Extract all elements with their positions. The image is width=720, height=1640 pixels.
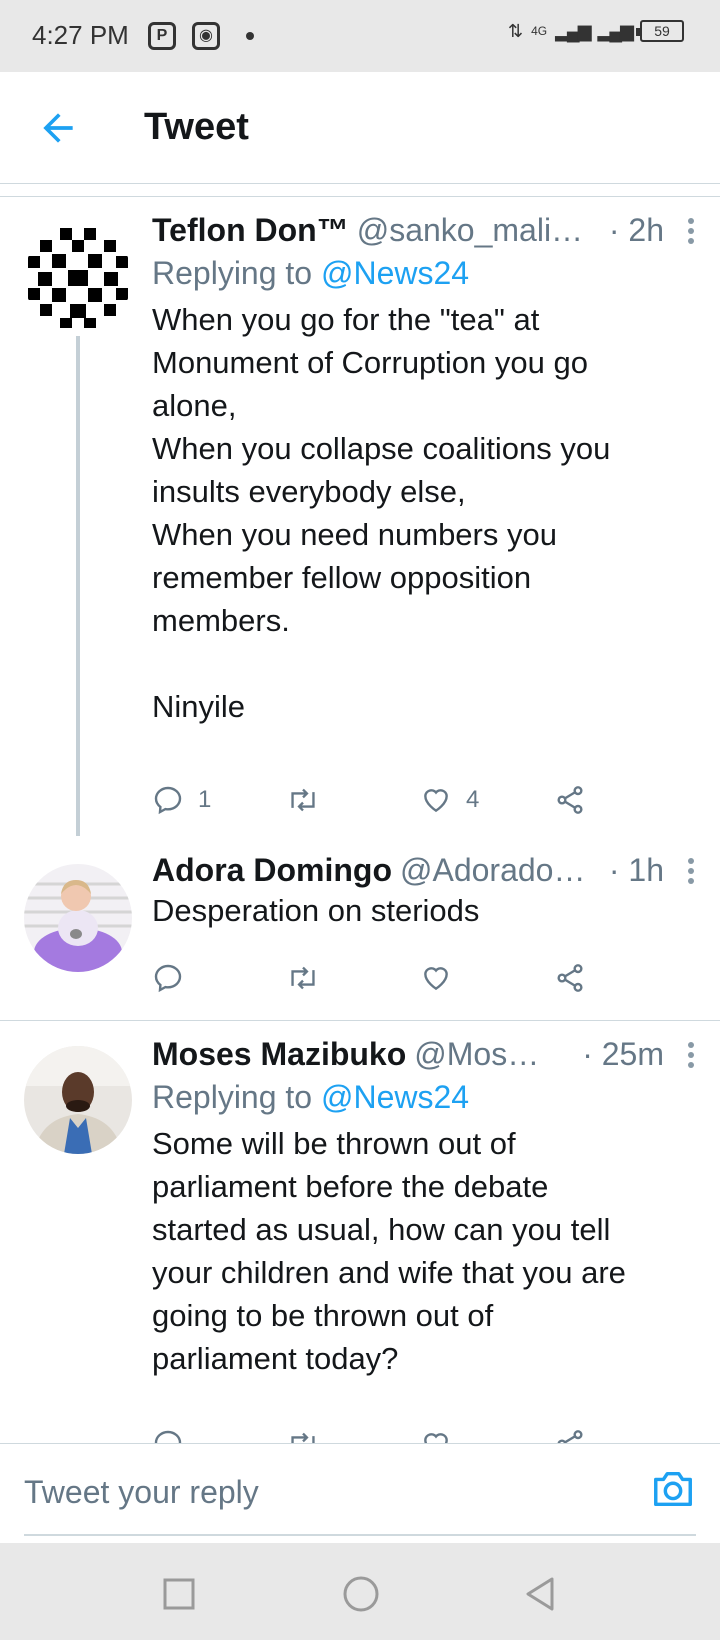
share-button[interactable] xyxy=(554,780,586,820)
tweet-item[interactable]: Teflon Don™ @sanko_mali… · 2h Replying t… xyxy=(0,196,720,836)
retweet-icon xyxy=(291,966,315,990)
share-icon xyxy=(557,786,583,814)
tweet-timestamp: · 1h xyxy=(608,852,664,888)
replying-to: Replying to @News24 xyxy=(152,1079,696,1116)
reply-input[interactable]: Tweet your reply xyxy=(24,1474,259,1511)
author-name[interactable]: Teflon Don™ xyxy=(152,212,349,249)
tweet-text: When you go for the "tea" at Monument of… xyxy=(152,302,611,724)
tweet-text: Desperation on steriods xyxy=(152,893,480,928)
tweet-item[interactable]: Adora Domingo @Adorado… · 1h Desperation… xyxy=(0,836,720,1020)
network-type: 4G xyxy=(531,24,548,38)
replying-to-label: Replying to xyxy=(152,1079,313,1115)
battery-level: 59 xyxy=(654,23,670,39)
battery-icon: 59 xyxy=(636,20,684,42)
signal-icon-2: ▂▄▆ xyxy=(597,20,634,41)
replying-to-mention[interactable]: @News24 xyxy=(321,255,469,291)
app-notification-icon-2: ◉ xyxy=(192,22,220,50)
share-icon xyxy=(557,1430,583,1443)
system-navigation-bar xyxy=(0,1543,720,1640)
reply-button[interactable] xyxy=(152,1424,184,1443)
heart-icon xyxy=(424,967,448,991)
like-button[interactable] xyxy=(420,1424,452,1443)
tweet-header: Adora Domingo @Adorado… · 1h xyxy=(152,852,696,889)
author-name[interactable]: Moses Mazibuko xyxy=(152,1036,406,1073)
like-button[interactable]: 4 xyxy=(420,780,479,820)
share-icon xyxy=(557,964,583,992)
camera-icon[interactable] xyxy=(650,1466,696,1512)
tweet-header: Teflon Don™ @sanko_mali… · 2h xyxy=(152,212,696,249)
tweet-header: Moses Mazibuko @Mos… · 25m xyxy=(152,1036,696,1073)
more-notifications-dot xyxy=(246,32,254,40)
replying-to-label: Replying to xyxy=(152,255,313,291)
reply-icon xyxy=(154,964,182,993)
like-count: 4 xyxy=(466,786,480,813)
tweet-content: Adora Domingo @Adorado… · 1h Desperation… xyxy=(152,852,696,932)
author-handle[interactable]: @Adorado… xyxy=(400,852,601,889)
author-name[interactable]: Adora Domingo xyxy=(152,852,392,889)
back-arrow-icon[interactable] xyxy=(36,106,80,150)
replying-to-mention[interactable]: @News24 xyxy=(321,1079,469,1115)
status-time: 4:27 PM xyxy=(32,20,129,50)
app-notification-icon: P xyxy=(148,22,176,50)
home-circle-icon[interactable] xyxy=(342,1575,380,1613)
signal-icon: ▂▄▆ xyxy=(555,20,591,41)
top-app-bar: Tweet xyxy=(0,72,720,184)
reply-input-underline xyxy=(24,1534,696,1536)
retweet-icon xyxy=(291,788,315,812)
tweet-content: Teflon Don™ @sanko_mali… · 2h Replying t… xyxy=(152,212,696,728)
tweet-timestamp: · 2h xyxy=(608,212,664,248)
like-button[interactable] xyxy=(420,958,466,998)
replying-to: Replying to @News24 xyxy=(152,255,696,292)
share-button[interactable] xyxy=(554,958,586,998)
data-transfer-icon: ⇅ xyxy=(507,20,524,41)
back-triangle-icon[interactable] xyxy=(522,1575,558,1613)
tweet-actions xyxy=(152,1424,612,1443)
thread-connector-line xyxy=(76,336,80,836)
tweet-actions: 1 4 xyxy=(152,780,612,820)
author-handle[interactable]: @sanko_mali… xyxy=(357,212,601,249)
retweet-button[interactable] xyxy=(286,1424,320,1443)
tweet-text: Some will be thrown out of parliament be… xyxy=(152,1126,626,1376)
tweet-timestamp: · 25m xyxy=(582,1036,664,1072)
tweet-actions xyxy=(152,958,612,998)
reply-composer: Tweet your reply xyxy=(0,1443,720,1543)
retweet-icon xyxy=(291,1432,315,1443)
heart-icon xyxy=(424,789,448,813)
retweet-button[interactable] xyxy=(286,780,334,820)
tweet-content: Moses Mazibuko @Mos… · 25m Replying to @… xyxy=(152,1036,696,1380)
more-options-icon[interactable] xyxy=(688,218,696,248)
reply-icon xyxy=(154,1430,182,1443)
heart-icon xyxy=(424,1433,448,1443)
author-handle[interactable]: @Mos… xyxy=(414,1036,574,1073)
avatar[interactable] xyxy=(24,224,132,332)
page-title: Tweet xyxy=(144,106,249,148)
share-button[interactable] xyxy=(554,1424,586,1443)
more-options-icon[interactable] xyxy=(688,858,696,888)
reply-count: 1 xyxy=(198,786,212,813)
reply-button[interactable] xyxy=(152,958,198,998)
avatar[interactable] xyxy=(24,1046,132,1154)
retweet-button[interactable] xyxy=(286,958,334,998)
recents-square-icon[interactable] xyxy=(162,1577,196,1611)
status-bar: 4:27 PM P ◉ ⇅ 4G ▂▄▆ ▂▄▆ 59 xyxy=(0,0,720,72)
avatar[interactable] xyxy=(24,864,132,972)
more-options-icon[interactable] xyxy=(688,1042,696,1072)
reply-icon xyxy=(154,786,182,815)
reply-button[interactable]: 1 xyxy=(152,780,211,820)
tweet-item[interactable]: Moses Mazibuko @Mos… · 25m Replying to @… xyxy=(0,1020,720,1443)
status-indicators: ⇅ 4G ▂▄▆ ▂▄▆ 59 xyxy=(508,20,684,42)
